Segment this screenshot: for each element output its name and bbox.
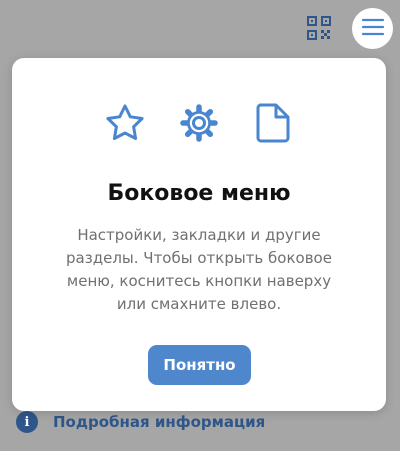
document-icon — [253, 102, 293, 144]
dialog-title: Боковое меню — [107, 181, 291, 206]
feature-icons — [12, 102, 386, 144]
menu-button[interactable] — [352, 8, 393, 49]
star-icon — [105, 102, 145, 144]
gear-icon — [179, 102, 219, 144]
more-info-link[interactable]: Подробная информация — [53, 413, 265, 431]
side-menu-dialog: Боковое меню Настройки, закладки и други… — [12, 58, 386, 411]
got-it-button[interactable]: Понятно — [148, 345, 251, 385]
hamburger-menu-icon — [361, 17, 385, 41]
info-icon: i — [16, 411, 38, 433]
qr-code-icon[interactable] — [306, 15, 332, 41]
more-info-row[interactable]: i Подробная информация — [16, 410, 265, 434]
dialog-description: Настройки, закладки и другие разделы. Чт… — [66, 226, 332, 313]
